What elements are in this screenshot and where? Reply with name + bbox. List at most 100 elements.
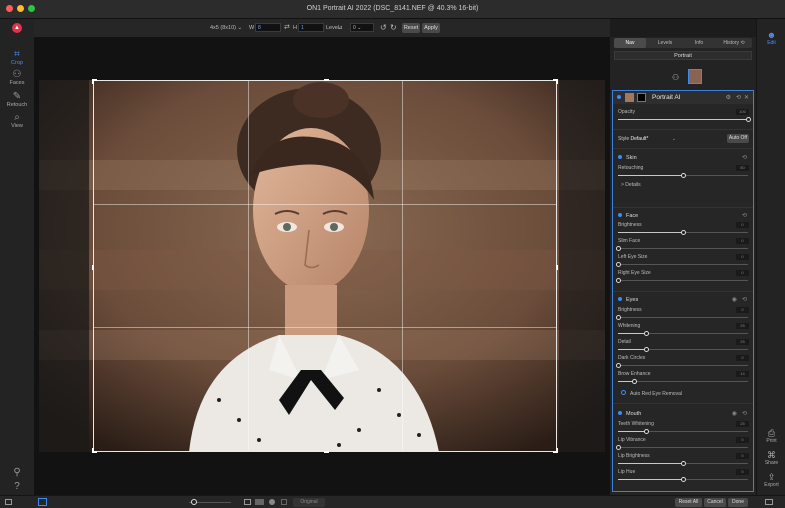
close-icon[interactable]: ✕: [744, 94, 749, 101]
overlay-icon[interactable]: [281, 499, 287, 505]
auto-red-eye-checkbox[interactable]: Auto Red Eye Removal: [621, 390, 682, 397]
whitening-slider[interactable]: [618, 331, 748, 336]
crop-handle-top[interactable]: [324, 79, 329, 84]
style-select[interactable]: Default*: [631, 136, 649, 142]
level-tool-icon[interactable]: ⊿: [338, 23, 343, 33]
share-module-button[interactable]: ⌘ Share: [757, 450, 785, 466]
slim-face-slider[interactable]: [615, 246, 748, 251]
whitening-value[interactable]: 25: [736, 323, 749, 329]
slider-knob[interactable]: [745, 117, 751, 122]
teeth-whitening-value[interactable]: 25: [736, 421, 749, 427]
crop-handle-top-left[interactable]: [92, 79, 97, 84]
mouth-reset-icon[interactable]: ⟲: [742, 410, 747, 417]
apply-button[interactable]: Apply: [422, 23, 440, 33]
eye-tool-icon[interactable]: ◉: [732, 296, 737, 303]
skin-reset-icon[interactable]: ⟲: [742, 154, 747, 161]
lip-hue-value[interactable]: 0: [736, 469, 749, 475]
export-module-button[interactable]: ⇪ Export: [757, 472, 785, 488]
brightness-slider[interactable]: [615, 315, 748, 320]
add-face-icon[interactable]: ⚇: [672, 73, 679, 82]
crop-handle-top-right[interactable]: [553, 79, 558, 84]
right-eye-size-value[interactable]: 0: [736, 270, 749, 276]
lip-vibrance-value[interactable]: 0: [736, 437, 749, 443]
dark-circles-slider[interactable]: [615, 363, 748, 368]
layer-mask-thumbnail[interactable]: [637, 93, 646, 102]
width-input[interactable]: 8: [255, 23, 281, 32]
face-reset-icon[interactable]: ⟲: [742, 212, 747, 219]
section-enabled-icon[interactable]: [618, 213, 622, 217]
chevron-down-icon[interactable]: ⌄: [672, 136, 676, 142]
slim-face-value[interactable]: 0: [736, 238, 749, 244]
reset-button[interactable]: Reset: [402, 23, 420, 33]
lip-vibrance-slider[interactable]: [615, 445, 748, 450]
left-eye-size-slider[interactable]: [615, 262, 748, 267]
slider-knob[interactable]: [632, 379, 638, 384]
right-panel-toggle-icon[interactable]: [765, 499, 773, 505]
image-canvas[interactable]: [34, 37, 610, 495]
dark-circles-value[interactable]: 0: [736, 355, 749, 361]
right-eye-size-slider[interactable]: [615, 278, 748, 283]
section-enabled-icon[interactable]: [618, 297, 622, 301]
tab-levels[interactable]: Levels: [648, 38, 682, 48]
section-enabled-icon[interactable]: [618, 411, 622, 415]
view-tool[interactable]: ⌕ View: [0, 112, 34, 129]
original-button[interactable]: Original: [293, 498, 325, 507]
mouth-section-header[interactable]: Mouth: [618, 411, 641, 417]
slider-knob[interactable]: [615, 315, 621, 320]
crop-handle-bottom-left[interactable]: [92, 448, 97, 453]
slider-knob[interactable]: [615, 262, 621, 267]
slider-knob[interactable]: [680, 173, 686, 178]
print-module-button[interactable]: ⎙ Print: [757, 428, 785, 444]
view-mode-icon[interactable]: [38, 498, 47, 506]
details-toggle[interactable]: > Details: [621, 182, 641, 188]
lip-hue-slider[interactable]: [618, 477, 748, 482]
angle-select[interactable]: 0 ⌄: [350, 23, 374, 32]
slider-knob[interactable]: [615, 278, 621, 283]
slider-knob[interactable]: [680, 230, 686, 235]
face-section-header[interactable]: Face: [618, 213, 638, 219]
slider-knob[interactable]: [644, 331, 650, 336]
edit-module-button[interactable]: ☻ Edit: [757, 30, 785, 46]
retouching-value[interactable]: 50: [736, 165, 749, 171]
layer-visibility-icon[interactable]: [617, 95, 621, 99]
detail-slider[interactable]: [618, 347, 748, 352]
lip-brightness-value[interactable]: 0: [736, 453, 749, 459]
teeth-whitening-slider[interactable]: [618, 429, 748, 434]
split-view-icon[interactable]: [255, 499, 264, 505]
reset-all-button[interactable]: Reset All: [675, 498, 702, 507]
crop-handle-right[interactable]: [553, 265, 558, 270]
height-input[interactable]: 1: [298, 23, 324, 32]
slider-knob[interactable]: [680, 461, 686, 466]
compare-icon[interactable]: [244, 499, 251, 505]
zoom-knob[interactable]: [191, 499, 197, 505]
face-thumbnail[interactable]: [688, 69, 702, 84]
slider-knob[interactable]: [615, 246, 621, 251]
settings-icon[interactable]: ⚙: [726, 94, 731, 101]
brightness-value[interactable]: 0: [736, 222, 749, 228]
reset-icon[interactable]: ⟲: [736, 94, 741, 101]
crop-handle-bottom-right[interactable]: [553, 448, 558, 453]
slider-knob[interactable]: [644, 347, 650, 352]
tab-info[interactable]: Info: [684, 38, 714, 48]
panel-toggle-icon[interactable]: [5, 499, 12, 505]
mask-view-icon[interactable]: [269, 499, 275, 505]
opacity-value[interactable]: 100: [736, 109, 749, 115]
slider-knob[interactable]: [680, 477, 686, 482]
cancel-button[interactable]: Cancel: [704, 498, 726, 507]
crop-tool[interactable]: ⌗ Crop: [0, 49, 34, 66]
detail-value[interactable]: 25: [736, 339, 749, 345]
zoom-slider[interactable]: [189, 499, 231, 505]
tab-nav[interactable]: Nav: [614, 38, 646, 48]
rotate-left-icon[interactable]: ↺: [380, 23, 387, 33]
brow-enhance-slider[interactable]: [618, 379, 748, 384]
left-eye-size-value[interactable]: 0: [736, 254, 749, 260]
opacity-slider[interactable]: [618, 117, 751, 122]
section-enabled-icon[interactable]: [618, 155, 622, 159]
crop-handle-bottom[interactable]: [324, 448, 329, 453]
crop-handle-left[interactable]: [92, 265, 97, 270]
auto-off-button[interactable]: Auto Off: [727, 134, 749, 143]
brow-enhance-value[interactable]: 14: [736, 371, 749, 377]
slider-knob[interactable]: [615, 363, 621, 368]
eyes-reset-icon[interactable]: ⟲: [742, 296, 747, 303]
slider-knob[interactable]: [615, 445, 621, 450]
